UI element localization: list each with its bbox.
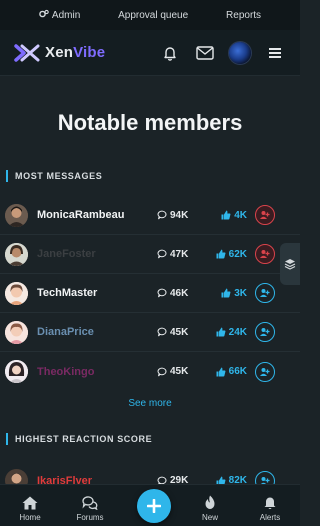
member-list: MonicaRambeau 94K 4K JaneFoster 47K 62K — [0, 196, 300, 391]
user-plus-icon — [260, 211, 270, 219]
comment-icon — [157, 210, 167, 220]
logo-text-vibe: Vibe — [73, 44, 106, 61]
reaction-score: 62K — [207, 249, 247, 260]
admin-label: Admin — [51, 9, 81, 21]
layers-icon — [284, 259, 296, 270]
avatar[interactable] — [5, 281, 28, 305]
message-count: 46K — [157, 288, 207, 299]
comment-icon — [157, 249, 167, 259]
user-plus-icon — [260, 328, 270, 336]
reaction-score-value: 24K — [228, 326, 247, 338]
avatar[interactable] — [5, 203, 28, 227]
reaction-score-value: 66K — [228, 366, 247, 377]
message-count: 94K — [157, 210, 207, 221]
member-name[interactable]: DianaPrice — [37, 326, 157, 338]
reaction-score: 3K — [207, 288, 247, 299]
user-plus-icon — [260, 250, 270, 258]
reaction-score-value: 62K — [228, 248, 247, 260]
section-heading-highest-reaction: HIGHEST REACTION SCORE — [0, 433, 300, 445]
reaction-score-value: 4K — [234, 209, 247, 221]
reaction-score: 4K — [207, 210, 247, 221]
reports-label: Reports — [226, 9, 262, 21]
logo-text: XenVibe — [45, 44, 105, 61]
message-count-value: 45K — [170, 366, 189, 377]
nav-home-label: Home — [19, 513, 41, 522]
logo-text-xen: Xen — [45, 44, 74, 61]
message-count: 45K — [157, 366, 207, 377]
comments-icon — [82, 496, 98, 510]
nav-new[interactable]: New — [185, 495, 235, 522]
admin-link[interactable]: Admin — [39, 9, 80, 22]
follow-button[interactable] — [255, 205, 275, 225]
message-count-value: 47K — [170, 248, 189, 260]
approval-queue-label: Approval queue — [118, 9, 189, 21]
thumbs-up-icon — [216, 367, 226, 376]
logo-x-icon — [14, 43, 40, 63]
reaction-score: 66K — [207, 366, 247, 377]
nav-new-label: New — [201, 513, 218, 522]
follow-button[interactable] — [255, 322, 275, 342]
reports-link[interactable]: Reports — [226, 10, 261, 21]
follow-button[interactable] — [255, 361, 275, 382]
thumbs-up-icon — [221, 288, 231, 298]
member-row[interactable]: JaneFoster 47K 62K — [0, 235, 300, 274]
message-count-value: 46K — [170, 287, 189, 299]
site-header: XenVibe — [0, 30, 300, 76]
avatar[interactable] — [5, 360, 28, 383]
site-logo[interactable]: XenVibe — [14, 43, 105, 63]
nav-forums[interactable]: Forums — [65, 496, 115, 522]
envelope-icon[interactable] — [194, 42, 216, 64]
section-accent-bar — [6, 433, 8, 445]
comment-icon — [157, 367, 167, 376]
thumbs-up-icon — [216, 327, 226, 337]
member-row[interactable]: TechMaster 46K 3K — [0, 274, 300, 313]
bell-icon[interactable] — [159, 42, 181, 64]
fire-icon — [205, 495, 215, 509]
member-name[interactable]: TheoKingo — [37, 366, 157, 378]
admin-bar: Admin Approval queue Reports — [0, 0, 300, 30]
bell-icon — [264, 497, 276, 510]
comment-icon — [157, 327, 167, 337]
cogs-icon — [39, 9, 49, 22]
user-plus-icon — [260, 289, 270, 297]
follow-button[interactable] — [255, 244, 275, 264]
message-count-value: 45K — [170, 326, 189, 338]
member-row[interactable]: TheoKingo 45K 66K — [0, 352, 300, 391]
menu-icon[interactable] — [264, 42, 286, 64]
message-count-value: 94K — [170, 209, 189, 221]
plus-icon — [147, 499, 161, 513]
member-name[interactable]: MonicaRambeau — [37, 209, 157, 221]
member-row[interactable]: MonicaRambeau 94K 4K — [0, 196, 300, 235]
section-accent-bar — [6, 170, 8, 182]
message-count: 45K — [157, 327, 207, 338]
approval-queue-link[interactable]: Approval queue — [118, 10, 188, 21]
user-avatar[interactable] — [229, 41, 251, 64]
nav-alerts-label: Alerts — [259, 513, 281, 522]
thumbs-up-icon — [216, 249, 226, 259]
section-title: HIGHEST REACTION SCORE — [15, 434, 153, 444]
avatar[interactable] — [5, 320, 28, 344]
new-post-fab[interactable] — [137, 489, 171, 523]
section-heading-most-messages: MOST MESSAGES — [0, 170, 300, 182]
nav-home[interactable]: Home — [5, 496, 55, 522]
section-title: MOST MESSAGES — [15, 171, 103, 181]
nav-alerts[interactable]: Alerts — [245, 495, 295, 522]
nav-forums-label: Forums — [76, 513, 104, 522]
follow-button[interactable] — [255, 283, 275, 303]
header-actions — [159, 41, 286, 64]
user-plus-icon — [260, 367, 270, 376]
style-switcher-tab[interactable] — [280, 243, 300, 285]
member-row[interactable]: DianaPrice 45K 24K — [0, 313, 300, 352]
avatar[interactable] — [5, 242, 28, 266]
comment-icon — [157, 288, 167, 298]
home-icon — [22, 496, 38, 510]
member-name[interactable]: JaneFoster — [37, 248, 157, 260]
message-count: 47K — [157, 249, 207, 260]
reaction-score-value: 3K — [234, 287, 247, 299]
reaction-score: 24K — [207, 327, 247, 338]
page-title: Notable members — [57, 110, 243, 135]
see-more-link[interactable]: See more — [0, 398, 300, 409]
thumbs-up-icon — [221, 210, 231, 220]
member-name[interactable]: TechMaster — [37, 287, 157, 299]
